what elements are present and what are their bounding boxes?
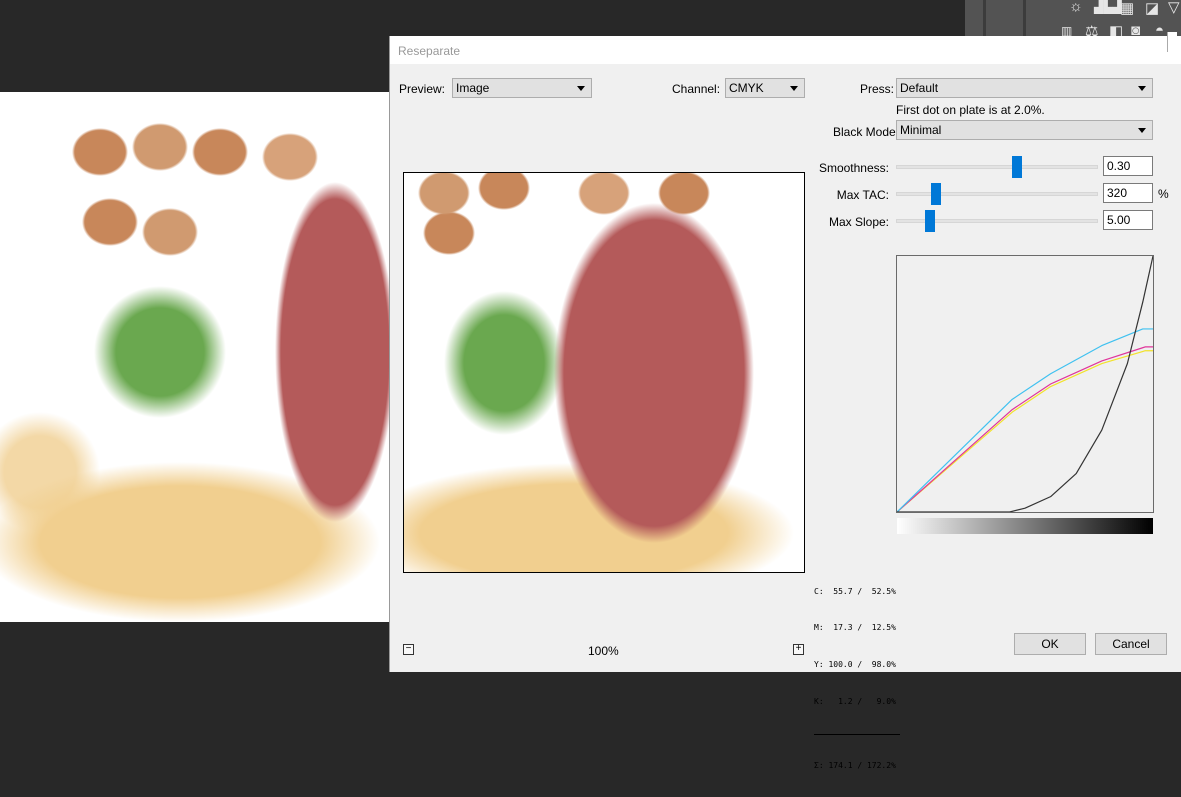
curves-icon[interactable]: ▦ <box>1120 0 1134 17</box>
black-mode-select-value: Minimal <box>900 123 942 137</box>
max-tac-slider[interactable] <box>896 192 1098 196</box>
preview-image <box>403 172 805 573</box>
levels-icon[interactable]: ▟▙▟ <box>1094 0 1122 14</box>
channel-select-value: CMYK <box>729 81 764 95</box>
max-slope-slider-thumb[interactable] <box>925 210 936 232</box>
panel-divider <box>1023 0 1026 36</box>
preview-select[interactable]: Image <box>452 78 592 98</box>
max-slope-label: Max Slope: <box>828 215 889 229</box>
readout-divider <box>814 734 900 736</box>
press-select[interactable]: Default <box>896 78 1153 98</box>
smoothness-slider[interactable] <box>896 165 1098 169</box>
zoom-level: 100% <box>588 644 619 658</box>
ink-readout: C: 55.7 / 52.5% M: 17.3 / 12.5% Y: 100.0… <box>814 561 900 797</box>
readout-yellow: Y: 100.0 / 98.0% <box>814 660 896 670</box>
readout-total: Σ: 174.1 / 172.2% <box>814 760 896 770</box>
curve-magenta <box>896 346 1153 513</box>
smoothness-input[interactable]: 0.30 <box>1103 156 1153 176</box>
tone-gradient-bar <box>897 518 1153 534</box>
press-label: Press: <box>860 82 895 96</box>
readout-black: K: 1.2 / 9.0% <box>814 697 896 707</box>
curve-yellow <box>896 350 1153 513</box>
curve-black <box>897 255 1154 513</box>
max-tac-unit: % <box>1158 187 1169 201</box>
zoom-in-button[interactable]: + <box>793 644 804 655</box>
exposure-icon[interactable]: ◪ <box>1145 0 1159 17</box>
channel-label: Channel: <box>672 82 721 96</box>
vibrance-icon[interactable]: ▽ <box>1168 0 1180 16</box>
channel-select[interactable]: CMYK <box>725 78 805 98</box>
readout-magenta: M: 17.3 / 12.5% <box>814 623 896 633</box>
readout-cyan: C: 55.7 / 52.5% <box>814 586 896 596</box>
preview-select-value: Image <box>456 81 490 95</box>
close-button[interactable] <box>1167 32 1177 52</box>
press-select-value: Default <box>900 81 939 95</box>
black-mode-select[interactable]: Minimal <box>896 120 1153 140</box>
press-note: First dot on plate is at 2.0%. <box>896 103 1045 117</box>
cancel-button[interactable]: Cancel <box>1095 633 1167 655</box>
reseparate-dialog: Reseparate Preview: Image Channel: CMYK … <box>389 32 1181 770</box>
smoothness-slider-thumb[interactable] <box>1012 156 1023 178</box>
max-slope-value: 5.00 <box>1107 213 1131 227</box>
title-bar: Reseparate <box>390 32 1181 64</box>
separation-curves-chart <box>896 255 1154 513</box>
max-tac-slider-thumb[interactable] <box>931 183 942 205</box>
document-canvas-image <box>0 92 389 622</box>
preview-label: Preview: <box>399 82 446 96</box>
max-tac-input[interactable]: 320 <box>1103 183 1153 203</box>
smoothness-value: 0.30 <box>1107 159 1131 173</box>
ok-button[interactable]: OK <box>1014 633 1086 655</box>
max-slope-input[interactable]: 5.00 <box>1103 210 1153 230</box>
black-mode-label: Black Mode: <box>833 125 900 139</box>
max-tac-label: Max TAC: <box>836 188 889 202</box>
dialog-title: Reseparate <box>398 44 461 58</box>
panel-divider <box>983 0 986 36</box>
smoothness-label: Smoothness: <box>818 161 889 175</box>
zoom-out-button[interactable]: − <box>403 644 414 655</box>
max-tac-value: 320 <box>1107 186 1128 200</box>
brightness-icon[interactable]: ☼ <box>1069 0 1083 15</box>
curves-svg <box>896 255 1154 513</box>
